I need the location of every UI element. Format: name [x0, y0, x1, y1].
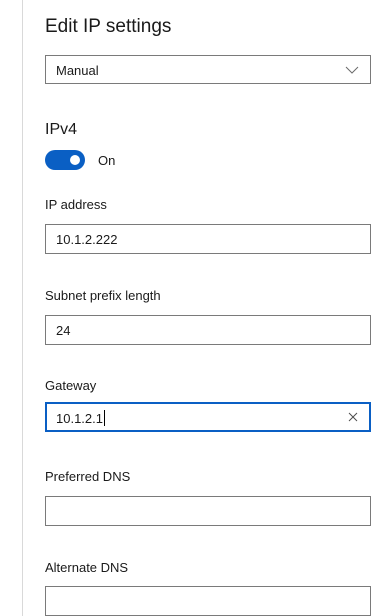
- gateway-value-wrapper: 10.1.2.1: [56, 410, 105, 426]
- ip-address-input[interactable]: 10.1.2.222: [45, 224, 371, 254]
- preferred-dns-input[interactable]: [45, 496, 371, 526]
- ip-mode-dropdown[interactable]: Manual: [45, 55, 371, 84]
- ipv4-section-title: IPv4: [45, 121, 78, 138]
- ip-mode-selected-value: Manual: [56, 63, 99, 78]
- gateway-value: 10.1.2.1: [56, 411, 103, 426]
- panel-left-border: [22, 0, 23, 616]
- gateway-input[interactable]: 10.1.2.1: [45, 402, 371, 432]
- preferred-dns-label: Preferred DNS: [45, 469, 131, 484]
- ipv4-toggle[interactable]: [45, 150, 85, 170]
- ip-address-value: 10.1.2.222: [56, 232, 118, 247]
- toggle-knob: [70, 155, 80, 165]
- ip-address-label: IP address: [45, 197, 107, 212]
- page-title: Edit IP settings: [45, 16, 172, 37]
- alternate-dns-input[interactable]: [45, 586, 371, 616]
- subnet-prefix-length-value: 24: [56, 323, 71, 338]
- alternate-dns-label: Alternate DNS: [45, 560, 129, 575]
- subnet-prefix-length-label: Subnet prefix length: [45, 288, 161, 303]
- close-icon[interactable]: [345, 409, 361, 425]
- chevron-down-icon: [345, 66, 359, 74]
- subnet-prefix-length-input[interactable]: 24: [45, 315, 371, 345]
- ipv4-toggle-label: On: [98, 153, 116, 168]
- text-caret: [104, 410, 105, 426]
- gateway-label: Gateway: [45, 378, 97, 393]
